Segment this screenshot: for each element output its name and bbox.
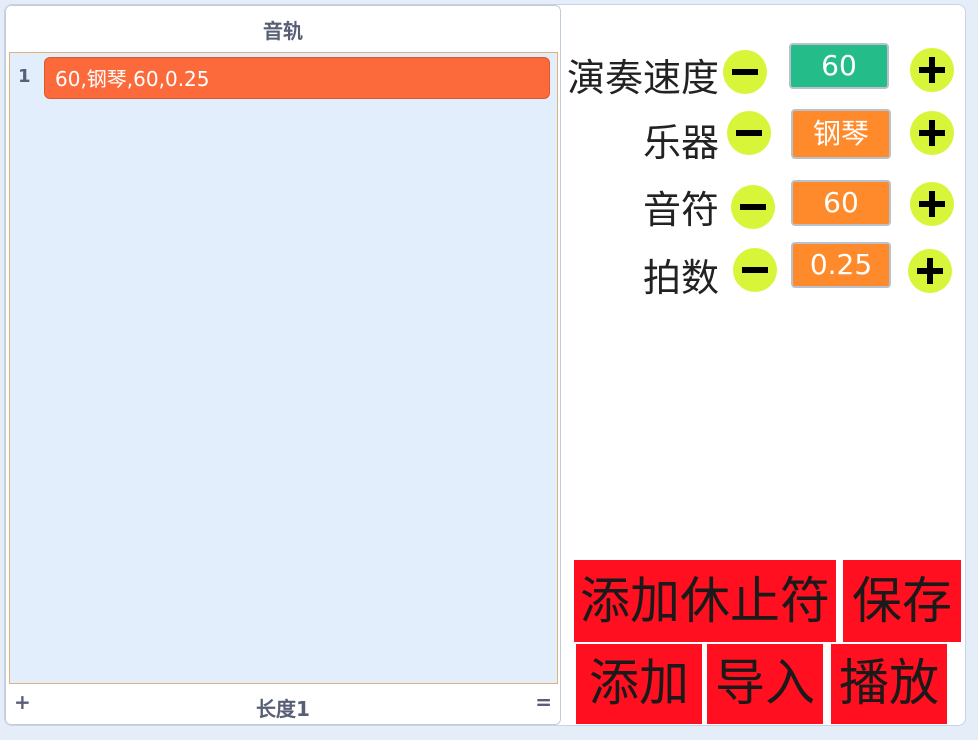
note-value: 60 bbox=[791, 180, 891, 226]
minus-icon bbox=[742, 267, 768, 273]
list-body[interactable]: 1 60,钢琴,60,0.25 bbox=[9, 52, 558, 684]
list-resize-handle[interactable]: = bbox=[535, 690, 552, 714]
plus-icon bbox=[919, 120, 945, 146]
minus-icon bbox=[736, 130, 762, 136]
instrument-label: 乐器 bbox=[642, 121, 719, 165]
save-button[interactable]: 保存 bbox=[843, 560, 961, 642]
note-plus-button[interactable] bbox=[910, 182, 954, 226]
import-button[interactable]: 导入 bbox=[707, 644, 823, 724]
beats-plus-button[interactable] bbox=[908, 249, 952, 293]
instrument-value: 钢琴 bbox=[791, 109, 891, 159]
tempo-label: 演奏速度 bbox=[566, 56, 719, 100]
stage: 音轨 1 60,钢琴,60,0.25 + 长度1 = 演奏速度 60 乐器 钢琴… bbox=[4, 4, 966, 726]
plus-icon bbox=[919, 191, 945, 217]
minus-icon bbox=[732, 69, 758, 75]
beats-label: 拍数 bbox=[642, 256, 719, 300]
note-label: 音符 bbox=[642, 188, 719, 232]
add-rest-button[interactable]: 添加休止符 bbox=[574, 560, 836, 642]
list-item[interactable]: 1 60,钢琴,60,0.25 bbox=[10, 55, 557, 99]
list-footer: + 长度1 = bbox=[6, 684, 560, 724]
list-item-value[interactable]: 60,钢琴,60,0.25 bbox=[44, 57, 550, 99]
note-minus-button[interactable] bbox=[731, 185, 775, 229]
instrument-plus-button[interactable] bbox=[910, 111, 954, 155]
tempo-value: 60 bbox=[789, 43, 889, 89]
beats-value: 0.25 bbox=[791, 242, 891, 288]
tempo-minus-button[interactable] bbox=[723, 50, 767, 94]
list-title: 音轨 bbox=[263, 19, 303, 43]
tempo-plus-button[interactable] bbox=[910, 48, 954, 92]
plus-icon bbox=[919, 57, 945, 83]
beats-minus-button[interactable] bbox=[733, 248, 777, 292]
add-button[interactable]: 添加 bbox=[576, 644, 702, 724]
play-button[interactable]: 播放 bbox=[831, 644, 947, 724]
list-item-index: 1 bbox=[18, 66, 31, 87]
plus-icon bbox=[917, 258, 943, 284]
list-monitor: 音轨 1 60,钢琴,60,0.25 + 长度1 = bbox=[5, 5, 561, 725]
minus-icon bbox=[740, 204, 766, 210]
list-length: 长度1 bbox=[256, 697, 310, 721]
instrument-minus-button[interactable] bbox=[727, 111, 771, 155]
